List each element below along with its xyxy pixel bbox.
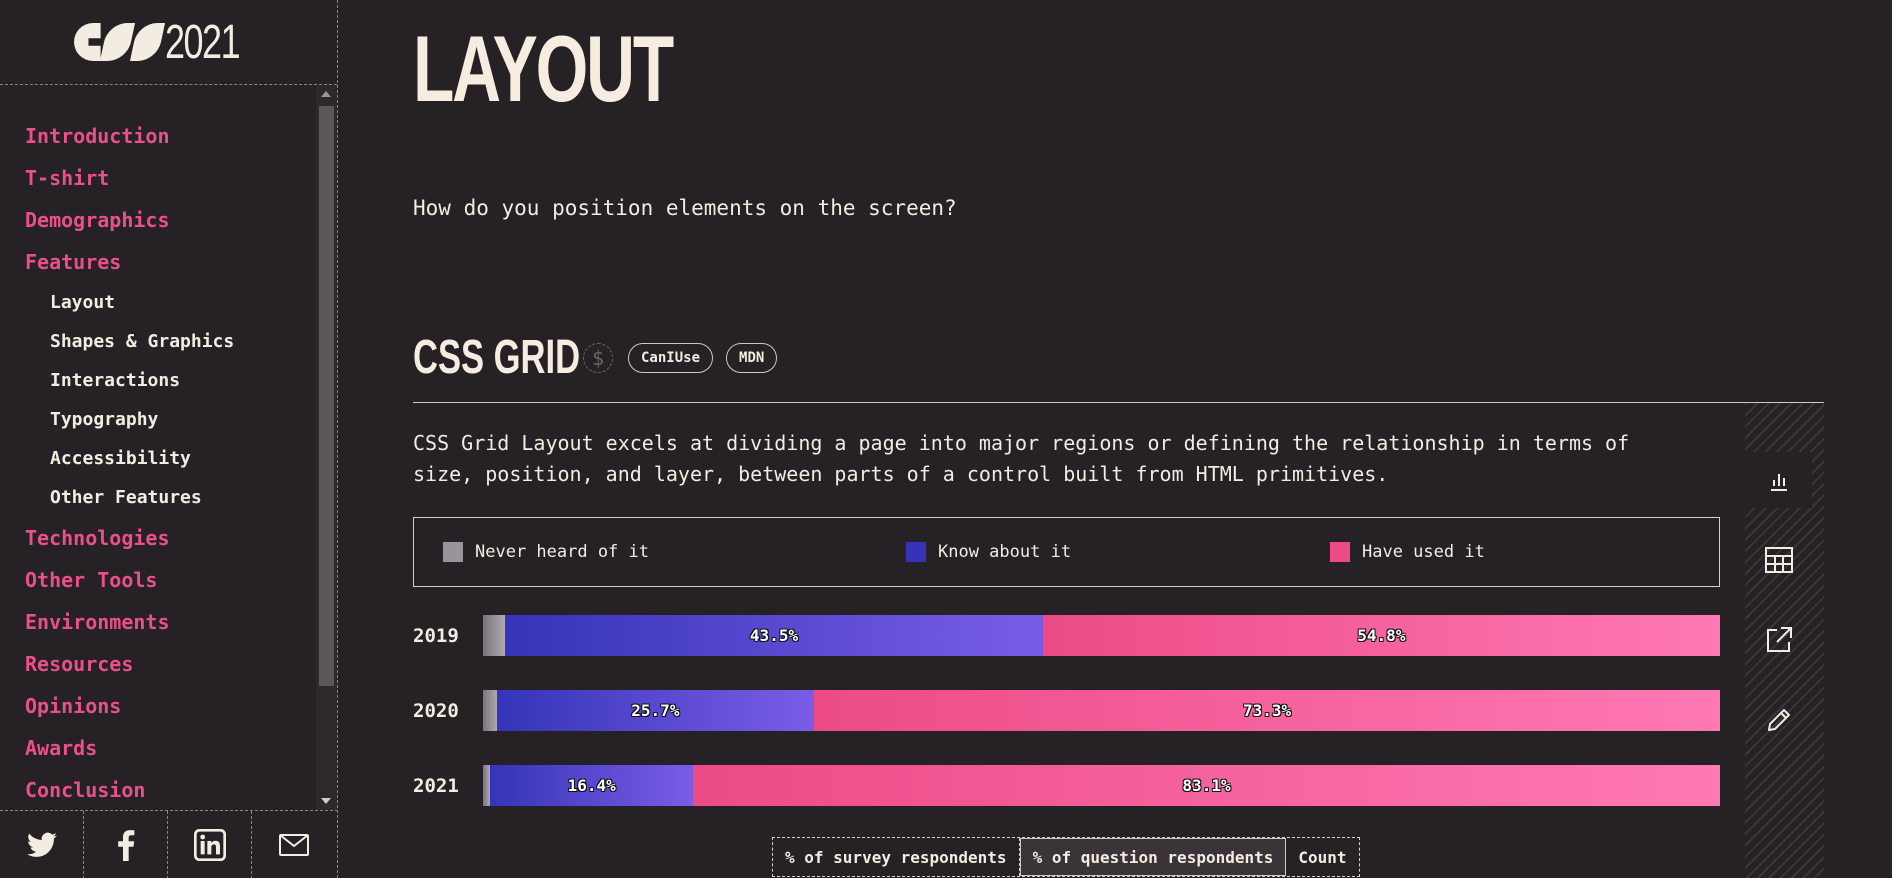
legend-label-used: Have used it bbox=[1362, 542, 1485, 562]
scroll-up-arrow-icon[interactable] bbox=[321, 91, 331, 97]
sidebar-item-other-features[interactable]: Other Features bbox=[0, 488, 316, 527]
chart-rows: 2019 43.5% 54.8% 2020 25.7% 73.3% 2021 16.4% 83.… bbox=[413, 615, 1720, 840]
table-icon bbox=[1764, 547, 1793, 573]
legend-item-know[interactable]: Know about it bbox=[906, 542, 1330, 562]
chart-segment-know[interactable]: 25.7% bbox=[496, 690, 815, 731]
legend-item-never[interactable]: Never heard of it bbox=[443, 542, 906, 562]
chart-bar: 43.5% 54.8% bbox=[483, 615, 1720, 656]
linkedin-icon bbox=[193, 829, 226, 861]
sidebar-item-typography[interactable]: Typography bbox=[0, 410, 316, 449]
unit-survey-respondents[interactable]: % of survey respondents bbox=[773, 838, 1020, 876]
logo-year: 2021 bbox=[164, 15, 241, 69]
sidebar-item-resources[interactable]: Resources bbox=[0, 653, 316, 695]
block-title: CSS GRID bbox=[413, 331, 581, 384]
chart-segment-never[interactable] bbox=[483, 765, 491, 806]
sidebar-item-accessibility[interactable]: Accessibility bbox=[0, 449, 316, 488]
sidebar-item-introduction[interactable]: Introduction bbox=[0, 125, 316, 167]
unit-question-respondents[interactable]: % of question respondents bbox=[1019, 838, 1287, 876]
sidebar-item-layout[interactable]: Layout bbox=[0, 293, 316, 332]
caniuse-link[interactable]: CanIUse bbox=[628, 342, 714, 373]
legend-swatch-never bbox=[443, 542, 463, 562]
table-view-button[interactable] bbox=[1745, 532, 1812, 588]
facebook-icon bbox=[117, 830, 134, 861]
email-link[interactable] bbox=[252, 811, 336, 878]
share-icon bbox=[1766, 627, 1792, 652]
logo[interactable]: 2021 bbox=[0, 0, 337, 85]
sidebar-item-environments[interactable]: Environments bbox=[0, 611, 316, 653]
chart-row-2019: 2019 43.5% 54.8% bbox=[413, 615, 1720, 656]
sidebar-item-features[interactable]: Features bbox=[0, 251, 316, 293]
unit-switch: % of survey respondents % of question re… bbox=[772, 837, 1360, 877]
legend-swatch-know bbox=[906, 542, 926, 562]
chart-segment-used[interactable]: 54.8% bbox=[1042, 615, 1720, 656]
chart-view-button[interactable] bbox=[1745, 452, 1812, 508]
legend-swatch-used bbox=[1330, 542, 1350, 562]
sponsor-dollar-icon[interactable]: $ bbox=[583, 342, 613, 373]
twitter-link[interactable] bbox=[0, 811, 84, 878]
social-links bbox=[0, 810, 338, 878]
block-description: CSS Grid Layout excels at dividing a pag… bbox=[413, 431, 1630, 486]
sidebar-nav: Introduction T-shirt Demographics Features L… bbox=[0, 85, 316, 810]
main-content: LAYOUT How do you position elements on t… bbox=[413, 0, 1824, 878]
page-title: LAYOUT bbox=[413, 16, 674, 121]
sidebar-item-technologies[interactable]: Technologies bbox=[0, 527, 316, 569]
edit-icon bbox=[1767, 709, 1790, 731]
edit-button[interactable] bbox=[1745, 692, 1812, 748]
chart-segment-used[interactable]: 83.1% bbox=[693, 765, 1720, 806]
email-icon bbox=[279, 834, 309, 856]
facebook-link[interactable] bbox=[84, 811, 168, 878]
sidebar-scrollbar[interactable] bbox=[316, 85, 337, 810]
chart-row-2021: 2021 16.4% 83.1% bbox=[413, 765, 1720, 806]
chart-row-label: 2019 bbox=[413, 624, 459, 647]
sidebar-item-t-shirt[interactable]: T-shirt bbox=[0, 167, 316, 209]
chart-row-label: 2020 bbox=[413, 699, 459, 722]
css-logo-mark bbox=[73, 23, 165, 61]
share-button[interactable] bbox=[1745, 612, 1812, 668]
chart-segment-used[interactable]: 73.3% bbox=[814, 690, 1720, 731]
linkedin-link[interactable] bbox=[168, 811, 252, 878]
chart-legend: Never heard of it Know about it Have use… bbox=[413, 517, 1720, 587]
bar-chart-icon bbox=[1770, 474, 1787, 491]
legend-item-used[interactable]: Have used it bbox=[1330, 542, 1485, 562]
chart-bar: 16.4% 83.1% bbox=[483, 765, 1720, 806]
sidebar-item-shapes-graphics[interactable]: Shapes & Graphics bbox=[0, 332, 316, 371]
sidebar: 2021 Introduction T-shirt Demographics Feat… bbox=[0, 0, 338, 878]
block-divider bbox=[413, 402, 1824, 403]
chart-segment-never[interactable] bbox=[483, 690, 497, 731]
chart-bar: 25.7% 73.3% bbox=[483, 690, 1720, 731]
twitter-icon bbox=[26, 832, 57, 857]
block-header: CSS GRID $ CanIUse MDN bbox=[413, 330, 790, 385]
sidebar-item-conclusion[interactable]: Conclusion bbox=[0, 779, 316, 810]
legend-label-never: Never heard of it bbox=[475, 542, 649, 562]
chart-row-2020: 2020 25.7% 73.3% bbox=[413, 690, 1720, 731]
sidebar-item-opinions[interactable]: Opinions bbox=[0, 695, 316, 737]
sidebar-item-interactions[interactable]: Interactions bbox=[0, 371, 316, 410]
scroll-thumb[interactable] bbox=[319, 106, 334, 686]
sidebar-item-demographics[interactable]: Demographics bbox=[0, 209, 316, 251]
sidebar-item-awards[interactable]: Awards bbox=[0, 737, 316, 779]
chart-segment-know[interactable]: 16.4% bbox=[490, 765, 694, 806]
unit-count[interactable]: Count bbox=[1286, 838, 1358, 876]
legend-label-know: Know about it bbox=[938, 542, 1072, 562]
chart-row-label: 2021 bbox=[413, 774, 459, 797]
chart-segment-never[interactable] bbox=[483, 615, 506, 656]
scroll-down-arrow-icon[interactable] bbox=[321, 798, 331, 804]
sidebar-item-other-tools[interactable]: Other Tools bbox=[0, 569, 316, 611]
mdn-link[interactable]: MDN bbox=[726, 342, 778, 373]
chart-segment-know[interactable]: 43.5% bbox=[505, 615, 1043, 656]
block-toolbar bbox=[1745, 403, 1824, 878]
page-intro: How do you position elements on the scre… bbox=[413, 196, 957, 220]
